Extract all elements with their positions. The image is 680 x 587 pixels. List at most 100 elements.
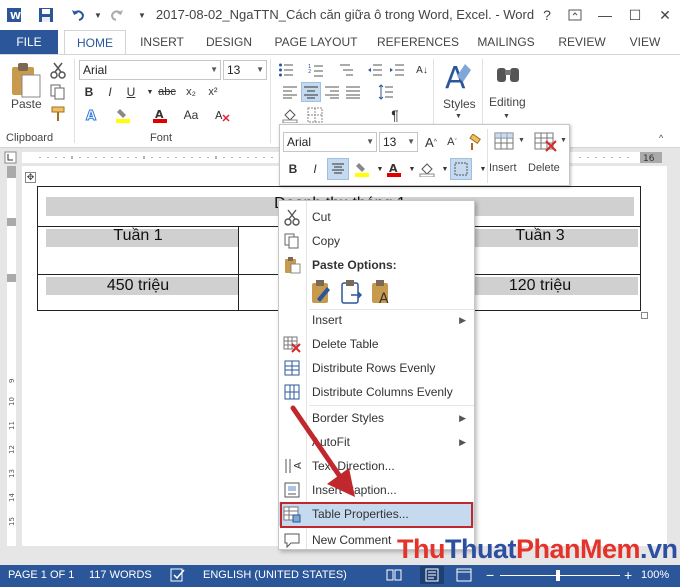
table-value-cell[interactable]: 450 triệu	[38, 277, 238, 295]
mini-delete-table-icon[interactable]	[534, 130, 558, 152]
paste-keep-source-icon[interactable]	[309, 279, 335, 305]
zoom-out-button[interactable]: −	[486, 567, 494, 583]
tab-mailings[interactable]: MAILINGS	[470, 30, 542, 54]
undo-dropdown-icon[interactable]: ▼	[88, 5, 108, 25]
vertical-ruler[interactable]: 9 10 11 12 13 14 15	[0, 166, 20, 546]
zoom-in-button[interactable]: +	[624, 567, 632, 583]
mini-format-painter-icon[interactable]	[465, 132, 485, 152]
show-hide-marks-icon[interactable]: ¶	[385, 105, 405, 125]
find-binoculars-icon[interactable]	[495, 60, 521, 86]
borders-icon[interactable]	[305, 105, 325, 125]
font-size-aa-button[interactable]: Aa	[181, 105, 201, 125]
text-effects-icon[interactable]: A	[82, 105, 102, 125]
customize-qat-icon[interactable]: ▼	[132, 5, 152, 25]
paste-merge-formatting-icon[interactable]	[339, 279, 365, 305]
proofing-icon[interactable]	[170, 568, 186, 585]
table-header-cell[interactable]: Tuần 1	[38, 227, 238, 245]
justify-icon[interactable]	[343, 82, 363, 102]
table-move-handle-icon[interactable]: ✥	[25, 172, 36, 183]
mini-insert-label[interactable]: Insert	[489, 162, 517, 174]
mini-insert-table-icon[interactable]	[494, 130, 516, 152]
menu-item-distribute-rows[interactable]: Distribute Rows Evenly	[279, 356, 474, 380]
subscript-button[interactable]: x₂	[181, 82, 201, 102]
paste-icon[interactable]	[8, 61, 44, 101]
tab-design[interactable]: DESIGN	[200, 30, 258, 54]
tab-page-layout[interactable]: PAGE LAYOUT	[268, 30, 364, 54]
zoom-slider-track[interactable]	[500, 575, 620, 576]
align-right-icon[interactable]	[322, 82, 342, 102]
page-count-status[interactable]: PAGE 1 OF 1	[8, 569, 74, 581]
minimize-button[interactable]: —	[590, 0, 620, 30]
tab-insert[interactable]: INSERT	[134, 30, 190, 54]
ribbon-display-button[interactable]	[560, 0, 590, 30]
decrease-indent-icon[interactable]	[365, 60, 385, 80]
zoom-slider-thumb[interactable]	[556, 570, 560, 581]
word-count-status[interactable]: 117 WORDS	[89, 569, 152, 581]
mini-font-name-combo[interactable]: Arial ▼	[283, 132, 377, 152]
mini-delete-dropdown-icon[interactable]: ▼	[560, 137, 567, 144]
styles-dropdown-icon[interactable]: ▼	[455, 113, 462, 120]
collapse-ribbon-icon[interactable]: ^	[659, 133, 663, 143]
mini-highlight-icon[interactable]	[352, 159, 372, 179]
highlight-color-icon[interactable]	[113, 105, 133, 125]
align-left-icon[interactable]	[280, 82, 300, 102]
sort-icon[interactable]: A↓	[412, 60, 432, 80]
read-mode-icon[interactable]	[386, 568, 402, 585]
web-layout-icon[interactable]	[456, 568, 472, 585]
table-resize-handle[interactable]	[641, 312, 648, 319]
numbering-icon[interactable]: 12	[306, 60, 326, 80]
underline-button[interactable]: U	[121, 82, 141, 102]
menu-item-delete-table[interactable]: Delete Table	[279, 332, 474, 356]
font-color-icon[interactable]: A	[150, 105, 170, 125]
mini-center-button[interactable]	[327, 158, 349, 180]
editing-dropdown-icon[interactable]: ▼	[503, 113, 510, 120]
copy-icon[interactable]	[49, 83, 67, 104]
menu-item-copy[interactable]: Copy	[279, 229, 474, 253]
tab-home[interactable]: HOME	[64, 30, 126, 55]
shading-icon[interactable]	[280, 105, 300, 125]
paste-label[interactable]: Paste	[11, 97, 42, 111]
mini-font-color-icon[interactable]: A	[384, 159, 404, 179]
clear-formatting-icon[interactable]: A	[212, 105, 232, 125]
strikethrough-button[interactable]: abc	[157, 82, 177, 102]
mini-bold-button[interactable]: B	[283, 159, 303, 179]
mini-shading-icon[interactable]	[417, 159, 437, 179]
tab-file[interactable]: FILE	[0, 30, 58, 54]
italic-button[interactable]: I	[100, 82, 120, 102]
styles-icon[interactable]: A	[441, 60, 477, 96]
font-name-combo[interactable]: Arial ▼	[79, 60, 221, 80]
grow-font-button[interactable]: A ^	[421, 132, 441, 152]
tab-references[interactable]: REFERENCES	[374, 30, 462, 54]
maximize-button[interactable]: ☐	[620, 0, 650, 30]
paste-text-only-icon[interactable]: A	[369, 279, 395, 307]
bold-button[interactable]: B	[79, 82, 99, 102]
mini-italic-button[interactable]: I	[305, 159, 325, 179]
editing-label[interactable]: Editing	[489, 95, 526, 109]
save-icon[interactable]	[36, 5, 56, 25]
bullets-icon[interactable]	[276, 60, 296, 80]
format-painter-icon[interactable]	[49, 105, 67, 126]
multilevel-list-icon[interactable]	[336, 60, 356, 80]
undo-icon[interactable]	[68, 5, 88, 25]
cut-icon[interactable]	[49, 61, 67, 82]
line-spacing-icon[interactable]	[376, 82, 396, 102]
mini-insert-dropdown-icon[interactable]: ▼	[518, 137, 525, 144]
tab-review[interactable]: REVIEW	[552, 30, 612, 54]
redo-icon[interactable]	[107, 5, 127, 25]
font-size-combo[interactable]: 13 ▼	[223, 60, 267, 80]
superscript-button[interactable]: x²	[203, 82, 223, 102]
print-layout-icon[interactable]	[420, 566, 444, 584]
styles-label[interactable]: Styles	[443, 97, 476, 111]
language-status[interactable]: ENGLISH (UNITED STATES)	[203, 569, 347, 581]
mini-delete-label[interactable]: Delete	[528, 162, 560, 174]
increase-indent-icon[interactable]	[387, 60, 407, 80]
menu-item-insert[interactable]: Insert ▶	[279, 308, 474, 332]
menu-item-cut[interactable]: Cut	[279, 205, 474, 229]
align-center-icon[interactable]	[301, 82, 321, 102]
zoom-level[interactable]: 100%	[641, 569, 669, 581]
shrink-font-button[interactable]: Aˇ	[442, 132, 462, 152]
word-app-icon[interactable]: W	[4, 5, 24, 25]
mini-borders-icon[interactable]	[450, 158, 472, 180]
mini-font-size-combo[interactable]: 13 ▼	[379, 132, 418, 152]
help-button[interactable]: ?	[532, 0, 562, 30]
